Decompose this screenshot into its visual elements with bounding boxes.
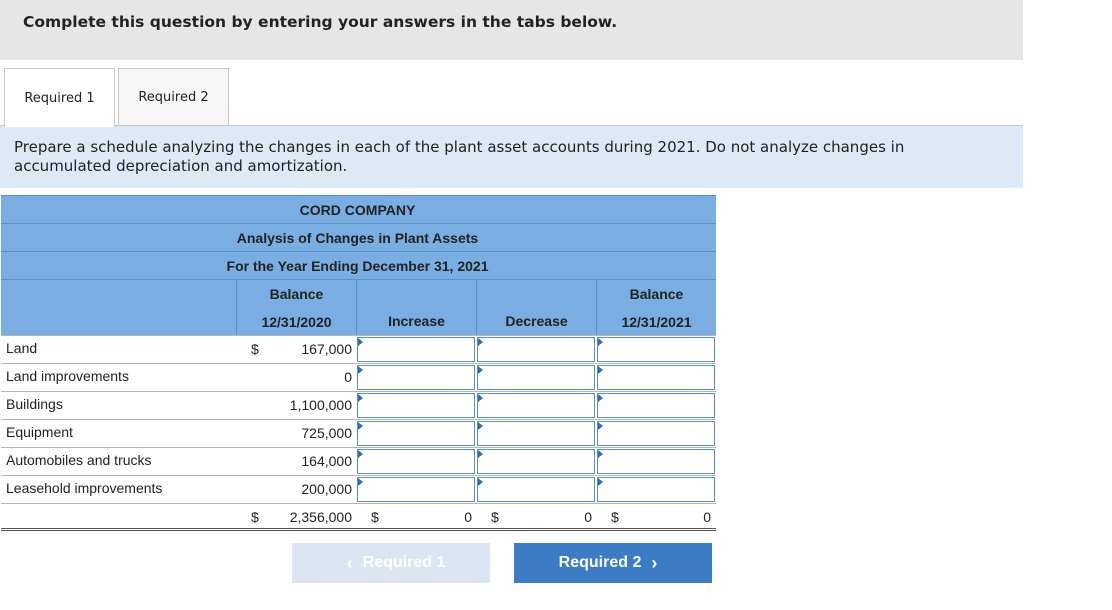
schedule-title-text: Analysis of Changes in Plant Assets [236, 229, 479, 246]
table-row: Leasehold improvements 200,000 [1, 475, 716, 503]
tab-bar: Required 1 Required 2 [0, 60, 1023, 127]
total-increase-dollar: $ [371, 509, 379, 525]
row-label: Equipment [6, 424, 73, 440]
balance-2020-value: 164,000 [301, 453, 352, 469]
balance-2021-input[interactable] [597, 365, 715, 390]
table-row: Equipment 725,000 [1, 419, 716, 447]
balance-2021-input[interactable] [597, 337, 715, 362]
balance-2020-value: 200,000 [301, 481, 352, 497]
chevron-left-icon: ‹ [346, 552, 353, 573]
decrease-input[interactable] [477, 365, 595, 390]
decrease-input[interactable] [477, 421, 595, 446]
header-balance-end-line1: Balance [629, 286, 684, 302]
row-label: Buildings [6, 396, 63, 412]
table-row: Buildings 1,100,000 [1, 391, 716, 419]
schedule-title: Analysis of Changes in Plant Assets [1, 223, 716, 251]
schedule-period-text: For the Year Ending December 31, 2021 [226, 257, 489, 274]
next-button-label: Required 2 [558, 554, 642, 571]
decrease-input[interactable] [477, 477, 595, 502]
instruction-banner: Complete this question by entering your … [0, 0, 1023, 60]
totals-row: $ 2,356,000 $ 0 $ 0 $ 0 [1, 503, 716, 531]
balance-2020-value: 725,000 [301, 425, 352, 441]
increase-input[interactable] [357, 449, 475, 474]
increase-input[interactable] [357, 337, 475, 362]
balance-2021-input[interactable] [597, 421, 715, 446]
total-ending-dollar: $ [611, 509, 619, 525]
balance-2021-input[interactable] [597, 393, 715, 418]
tab-required-1[interactable]: Required 1 [4, 68, 115, 127]
instruction-text: Complete this question by entering your … [23, 13, 618, 31]
total-balance-2021: 0 [703, 509, 711, 525]
header-balance-end-line2: 12/31/2021 [621, 314, 692, 330]
next-required-button[interactable]: Required 2 › [514, 543, 712, 583]
schedule-company: CORD COMPANY [1, 195, 716, 223]
chevron-right-icon: › [651, 552, 658, 573]
header-increase: Increase [356, 279, 476, 335]
total-balance-dollar: $ [251, 509, 259, 525]
previous-required-button[interactable]: ‹ Required 1 [292, 543, 490, 583]
decrease-input[interactable] [477, 337, 595, 362]
balance-2020-value: 167,000 [301, 341, 352, 357]
balance-2020-value: 1,100,000 [289, 397, 352, 413]
header-decrease: Decrease [476, 279, 596, 335]
balance-2021-input[interactable] [597, 449, 715, 474]
header-balance-begin-line2: 12/31/2020 [261, 314, 332, 330]
balance-2020-value: 0 [344, 369, 352, 385]
total-increase: 0 [464, 509, 472, 525]
row-label: Automobiles and trucks [6, 452, 152, 468]
total-decrease: 0 [584, 509, 592, 525]
row-label: Leasehold improvements [6, 480, 163, 496]
increase-input[interactable] [357, 421, 475, 446]
previous-button-label: Required 1 [362, 554, 446, 571]
header-balance-begin: Balance 12/31/2020 [236, 279, 356, 335]
increase-input[interactable] [357, 393, 475, 418]
question-prompt-box: Prepare a schedule analyzing the changes… [0, 126, 1023, 188]
balance-2021-input[interactable] [597, 477, 715, 502]
header-balance-begin-line1: Balance [269, 286, 324, 302]
dollar-sign: $ [251, 341, 259, 357]
table-row: Automobiles and trucks 164,000 [1, 447, 716, 475]
row-label: Land improvements [6, 368, 129, 384]
schedule-period: For the Year Ending December 31, 2021 [1, 251, 716, 279]
tab-required-2[interactable]: Required 2 [118, 68, 229, 126]
header-balance-end: Balance 12/31/2021 [596, 279, 716, 335]
table-row: Land improvements 0 [1, 363, 716, 391]
row-label: Land [6, 340, 38, 356]
decrease-input[interactable] [477, 449, 595, 474]
increase-input[interactable] [357, 477, 475, 502]
header-account-col [1, 279, 236, 335]
question-prompt: Prepare a schedule analyzing the changes… [14, 138, 905, 175]
total-balance-2020: 2,356,000 [289, 509, 352, 525]
header-increase-text: Increase [388, 313, 445, 329]
header-decrease-text: Decrease [505, 313, 568, 329]
decrease-input[interactable] [477, 393, 595, 418]
table-row: Land $ 167,000 [1, 335, 716, 363]
company-name: CORD COMPANY [299, 201, 416, 218]
increase-input[interactable] [357, 365, 475, 390]
total-decrease-dollar: $ [491, 509, 499, 525]
